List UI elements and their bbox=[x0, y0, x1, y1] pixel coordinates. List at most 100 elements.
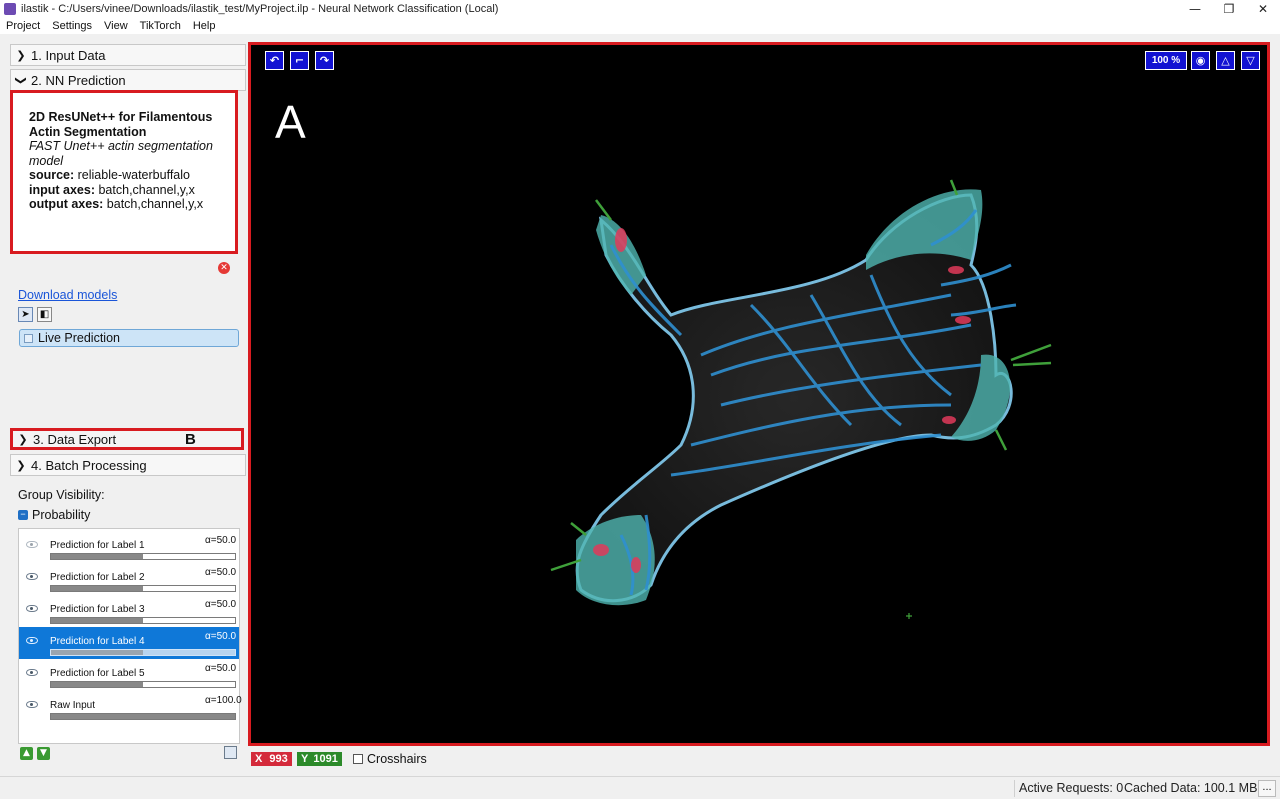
minimize-button[interactable]: — bbox=[1178, 2, 1212, 16]
menu-tiktorch[interactable]: TikTorch bbox=[140, 20, 181, 32]
live-prediction-label: Live Prediction bbox=[38, 331, 120, 345]
opacity-slider[interactable] bbox=[50, 585, 236, 592]
cached-data: Cached Data: 100.1 MB bbox=[1124, 781, 1258, 795]
layer-row[interactable]: Prediction for Label 5 α=50.0 bbox=[19, 659, 239, 691]
layer-row[interactable]: Prediction for Label 3 α=50.0 bbox=[19, 595, 239, 627]
menu-bar: Project Settings View TikTorch Help bbox=[0, 17, 1280, 34]
duplicate-layer-icon[interactable] bbox=[224, 746, 237, 759]
close-button[interactable]: ✕ bbox=[1246, 2, 1280, 16]
menu-settings[interactable]: Settings bbox=[52, 20, 92, 32]
eye-icon[interactable] bbox=[26, 701, 38, 708]
layer-name: Prediction for Label 4 bbox=[50, 636, 145, 647]
layer-name: Raw Input bbox=[50, 700, 96, 711]
camera-icon[interactable]: ◉ bbox=[1191, 51, 1210, 70]
title-bar: ilastik - C:/Users/vinee/Downloads/ilast… bbox=[0, 0, 1280, 17]
opacity-slider[interactable] bbox=[50, 617, 236, 624]
crosshairs-label: Crosshairs bbox=[367, 752, 427, 766]
layer-row-selected[interactable]: Prediction for Label 4 α=50.0 bbox=[19, 627, 239, 659]
probability-group-label: Probability bbox=[32, 508, 91, 522]
brightness-tool-icon[interactable]: ◧ bbox=[37, 307, 52, 322]
applet-input-data[interactable]: ❯ 1. Input Data bbox=[10, 44, 246, 66]
input-axes-label: input axes: bbox=[29, 182, 95, 197]
live-prediction-toggle-icon bbox=[24, 333, 33, 343]
annotation-b: B bbox=[185, 431, 196, 448]
layer-alpha: α=50.0 bbox=[205, 599, 237, 610]
remove-model-icon[interactable]: ✕ bbox=[218, 262, 230, 274]
menu-view[interactable]: View bbox=[104, 20, 128, 32]
eye-icon[interactable] bbox=[26, 541, 38, 548]
opacity-fill bbox=[51, 554, 143, 559]
crosshairs-checkbox[interactable]: Crosshairs bbox=[353, 752, 427, 766]
layer-alpha: α=50.0 bbox=[205, 631, 237, 642]
applet-batch-processing[interactable]: ❯ 4. Batch Processing bbox=[10, 454, 246, 476]
opacity-slider[interactable] bbox=[50, 649, 236, 656]
eye-icon[interactable] bbox=[26, 669, 38, 676]
chevron-right-icon: ❯ bbox=[18, 432, 28, 446]
tool-buttons: ➤ ◧ bbox=[18, 307, 52, 322]
applet-nn-prediction[interactable]: ❯ 2. NN Prediction bbox=[10, 69, 246, 91]
move-layer-down-icon[interactable]: ▼ bbox=[37, 747, 50, 760]
model-output-axes: output axes: batch,channel,y,x bbox=[29, 197, 221, 212]
opacity-slider[interactable] bbox=[50, 681, 236, 688]
opacity-fill bbox=[51, 650, 143, 655]
move-layer-up-icon[interactable]: ▲ bbox=[20, 747, 33, 760]
triangle-down-icon[interactable]: ▽ bbox=[1241, 51, 1260, 70]
x-coordinate: X 993 bbox=[251, 752, 292, 766]
live-prediction-button[interactable]: Live Prediction bbox=[19, 329, 239, 347]
layer-alpha: α=50.0 bbox=[205, 535, 237, 546]
applet-nn-prediction-label: 2. NN Prediction bbox=[31, 72, 126, 88]
layer-name: Prediction for Label 5 bbox=[50, 668, 145, 679]
source-value: reliable-waterbuffalo bbox=[77, 168, 190, 182]
pointer-tool-icon[interactable]: ➤ bbox=[18, 307, 33, 322]
probability-group-toggle[interactable]: − Probability bbox=[18, 508, 90, 522]
model-description: FAST Unet++ actin segmentation model bbox=[29, 139, 213, 168]
layer-row[interactable]: Prediction for Label 2 α=50.0 bbox=[19, 563, 239, 595]
y-value: 1091 bbox=[313, 753, 338, 765]
collapse-icon: − bbox=[18, 510, 28, 520]
image-viewer[interactable]: ↶ ⌐ ↷ 100 % ◉ △ ▽ A bbox=[248, 42, 1270, 746]
checkbox-icon[interactable] bbox=[353, 754, 363, 764]
model-title: 2D ResUNet++ for Filamentous Actin Segme… bbox=[29, 110, 213, 139]
applet-input-data-label: 1. Input Data bbox=[31, 47, 106, 63]
y-coordinate: Y 1091 bbox=[297, 752, 342, 766]
layer-row[interactable]: Prediction for Label 1 α=50.0 bbox=[19, 531, 239, 563]
opacity-slider[interactable] bbox=[50, 553, 236, 560]
maximize-button[interactable]: ❐ bbox=[1212, 2, 1246, 16]
opacity-fill bbox=[51, 682, 143, 687]
eye-icon[interactable] bbox=[26, 637, 38, 644]
source-label: source: bbox=[29, 168, 75, 182]
x-value: 993 bbox=[269, 753, 288, 765]
applet-batch-processing-label: 4. Batch Processing bbox=[31, 457, 147, 473]
layer-list: Prediction for Label 1 α=50.0 Prediction… bbox=[18, 528, 242, 744]
applet-panel: ❯ 1. Input Data ❯ 2. NN Prediction 2D Re… bbox=[10, 42, 246, 764]
ilastik-logo-icon bbox=[4, 2, 16, 15]
triangle-up-icon[interactable]: △ bbox=[1216, 51, 1235, 70]
window-title: ilastik - C:/Users/vinee/Downloads/ilast… bbox=[21, 2, 499, 15]
opacity-slider[interactable] bbox=[50, 713, 236, 720]
input-axes-value: batch,channel,y,x bbox=[98, 182, 195, 197]
model-source: source: reliable-waterbuffalo bbox=[29, 168, 221, 183]
status-separator bbox=[1014, 780, 1015, 797]
redo-icon[interactable]: ↷ bbox=[315, 51, 334, 70]
annotation-a: A bbox=[275, 96, 306, 148]
layer-alpha: α=50.0 bbox=[205, 663, 237, 674]
menu-project[interactable]: Project bbox=[6, 20, 40, 32]
model-info-box: 2D ResUNet++ for Filamentous Actin Segme… bbox=[10, 90, 238, 254]
chevron-right-icon: ❯ bbox=[16, 458, 26, 472]
status-more-button[interactable]: ... bbox=[1258, 780, 1276, 797]
fit-icon[interactable]: ⌐ bbox=[290, 51, 309, 70]
layer-row[interactable]: Raw Input α=100.0 bbox=[19, 691, 242, 723]
applet-data-export-label: 3. Data Export bbox=[33, 431, 117, 447]
layer-name: Prediction for Label 2 bbox=[50, 572, 145, 583]
membrane-patch bbox=[576, 515, 655, 606]
zoom-level[interactable]: 100 % bbox=[1145, 51, 1187, 70]
eye-icon[interactable] bbox=[26, 573, 38, 580]
applet-data-export[interactable]: ❯ 3. Data Export B bbox=[10, 428, 244, 450]
undo-icon[interactable]: ↶ bbox=[265, 51, 284, 70]
eye-icon[interactable] bbox=[26, 605, 38, 612]
download-models-link[interactable]: Download models bbox=[18, 288, 117, 302]
layer-name: Prediction for Label 3 bbox=[50, 604, 145, 615]
layer-alpha: α=100.0 bbox=[205, 695, 242, 706]
model-input-axes: input axes: batch,channel,y,x bbox=[29, 183, 221, 198]
menu-help[interactable]: Help bbox=[193, 20, 216, 32]
